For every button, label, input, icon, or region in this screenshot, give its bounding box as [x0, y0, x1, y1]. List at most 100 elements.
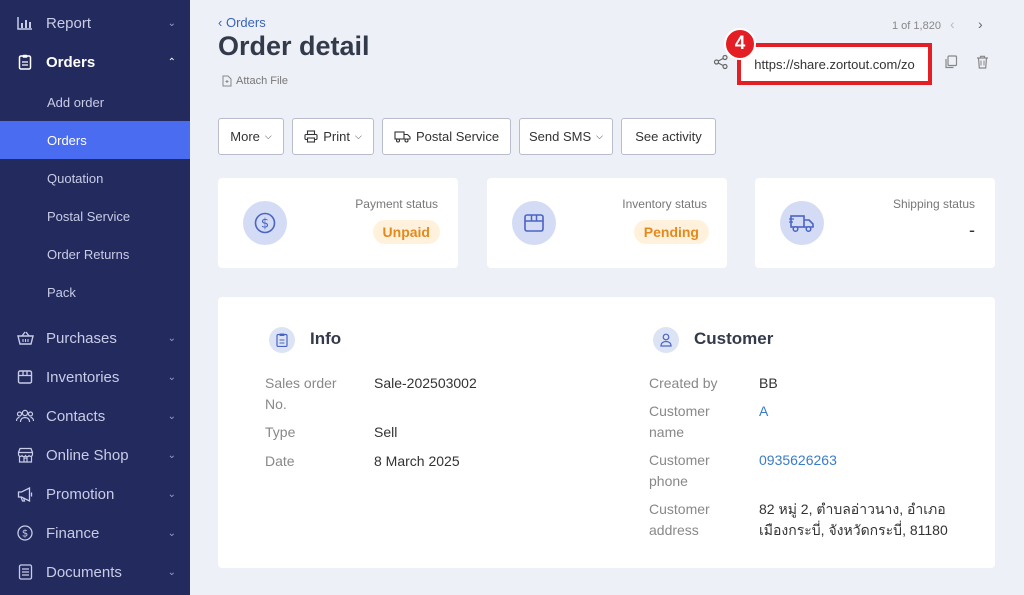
copy-icon[interactable] — [944, 55, 958, 69]
nav-online-shop[interactable]: Online Shop ⌄ — [0, 436, 190, 474]
chevron-right-icon[interactable]: › — [978, 16, 983, 32]
customer-phone-label: Customer phone — [649, 452, 710, 489]
customer-phone-link[interactable]: 0935626263 — [759, 450, 837, 471]
dollar-circle-icon: $ — [243, 201, 287, 245]
chevron-down-icon: ⌄ — [167, 410, 176, 422]
postal-service-button-label: Postal Service — [415, 129, 500, 144]
breadcrumb-link[interactable]: Orders — [226, 15, 266, 30]
sidebar-item-label: Pack — [47, 284, 76, 300]
date-value: 8 March 2025 — [374, 453, 460, 469]
nav-documents-label: Documents — [46, 563, 122, 581]
bar-chart-icon — [16, 14, 34, 32]
nav-contacts-label: Contacts — [46, 407, 106, 425]
chevron-left-icon[interactable]: ‹ — [950, 16, 955, 32]
see-activity-button-label: See activity — [635, 129, 702, 144]
shipping-status-value: - — [969, 220, 975, 240]
share-icon[interactable] — [713, 54, 729, 70]
nav-finance[interactable]: $ Finance ⌄ — [0, 514, 190, 552]
nav-promotion[interactable]: Promotion ⌄ — [0, 475, 190, 513]
chevron-down-icon: ⌄ — [167, 371, 176, 383]
box-icon — [512, 201, 556, 245]
chevron-down-icon: ⌄ — [167, 17, 176, 29]
shop-icon — [16, 446, 34, 464]
pager-count: 1 of 1,820 — [892, 20, 941, 32]
printer-icon — [304, 130, 318, 143]
clipboard-icon — [269, 327, 295, 353]
sidebar-item-label: Order Returns — [47, 246, 130, 262]
sidebar-item-label: Add order — [47, 94, 105, 110]
share-url-field[interactable]: https://share.zortout.com/zo — [737, 43, 932, 85]
more-button-label: More — [230, 129, 260, 144]
type-label: Type — [265, 424, 296, 440]
truck-icon — [394, 131, 411, 143]
clipboard-icon — [16, 53, 34, 71]
sales-order-label: Sales order No. — [265, 375, 337, 412]
user-icon — [653, 327, 679, 353]
customer-address-label: Customer address — [649, 501, 710, 538]
breadcrumb[interactable]: ‹ Orders — [218, 15, 266, 30]
nav-online-shop-label: Online Shop — [46, 446, 129, 464]
document-icon — [16, 563, 34, 581]
payment-status-label: Payment status — [355, 197, 438, 211]
shipping-status-card: Shipping status - — [755, 178, 995, 268]
nav-purchases[interactable]: Purchases ⌄ — [0, 319, 190, 357]
file-icon — [222, 75, 232, 87]
sidebar: Report ⌄ Orders ⌃ Add order Orders Quota… — [0, 0, 190, 595]
chevron-down-icon: ⌄ — [167, 566, 176, 578]
customer-section-title: Customer — [694, 329, 774, 348]
chevron-down-icon: ⌵ — [354, 131, 362, 141]
sidebar-item-label: Quotation — [47, 170, 104, 186]
date-label: Date — [265, 453, 295, 469]
sidebar-item-add-order[interactable]: Add order — [0, 83, 190, 121]
send-sms-button[interactable]: Send SMS ⌵ — [519, 118, 613, 155]
info-section-title: Info — [310, 329, 342, 348]
share-url-text: https://share.zortout.com/zo — [754, 56, 915, 72]
shipping-status-label: Shipping status — [892, 197, 975, 211]
postal-service-button[interactable]: Postal Service — [382, 118, 511, 155]
box-icon — [16, 368, 34, 386]
sidebar-item-quotation[interactable]: Quotation — [0, 159, 190, 197]
nav-documents[interactable]: Documents ⌄ — [0, 553, 190, 591]
svg-text:$: $ — [22, 529, 28, 540]
created-by-value: BB — [759, 375, 778, 391]
chevron-left-icon: ‹ — [218, 15, 223, 30]
trash-icon[interactable] — [976, 55, 989, 69]
dollar-circle-icon: $ — [16, 524, 34, 542]
send-sms-button-label: Send SMS — [529, 129, 592, 144]
sales-order-value: Sale-202503002 — [374, 375, 477, 391]
customer-address-line2: เมืองกระบี่, จังหวัดกระบี่, 81180 — [759, 522, 948, 538]
nav-inventories[interactable]: Inventories ⌄ — [0, 358, 190, 396]
chevron-down-icon: ⌄ — [167, 332, 176, 344]
nav-orders-label: Orders — [46, 53, 96, 71]
page-title: Order detail — [218, 31, 370, 61]
sidebar-item-order-returns[interactable]: Order Returns — [0, 235, 190, 273]
customer-name-label: Customer name — [649, 403, 710, 440]
order-info-panel: Info Sales order No. Sale-202503002 Type… — [218, 297, 995, 568]
chevron-down-icon: ⌄ — [167, 449, 176, 461]
attach-file-label: Attach File — [236, 75, 288, 87]
customer-name-link[interactable]: A — [759, 401, 768, 422]
nav-promotion-label: Promotion — [46, 485, 115, 503]
inventory-status-card: Inventory status Pending — [487, 178, 727, 268]
users-icon — [16, 407, 34, 425]
nav-contacts[interactable]: Contacts ⌄ — [0, 397, 190, 435]
nav-finance-label: Finance — [46, 524, 100, 542]
inventory-status-label: Inventory status — [622, 197, 707, 211]
sidebar-item-label: Orders — [47, 132, 87, 148]
nav-inventories-label: Inventories — [46, 368, 120, 386]
sidebar-item-pack[interactable]: Pack — [0, 273, 190, 311]
chevron-down-icon: ⌄ — [167, 488, 176, 500]
basket-icon — [16, 329, 34, 347]
created-by-label: Created by — [649, 375, 718, 391]
nav-orders[interactable]: Orders ⌃ — [0, 43, 190, 81]
sidebar-item-orders[interactable]: Orders — [0, 121, 190, 159]
print-button[interactable]: Print ⌵ — [292, 118, 374, 155]
nav-report[interactable]: Report ⌄ — [0, 4, 190, 42]
chevron-up-icon: ⌃ — [167, 56, 176, 68]
truck-icon — [780, 201, 824, 245]
see-activity-button[interactable]: See activity — [621, 118, 716, 155]
attach-file-button[interactable]: Attach File — [222, 75, 288, 87]
more-button[interactable]: More ⌵ — [218, 118, 284, 155]
step-number-badge: 4 — [724, 28, 756, 60]
sidebar-item-postal-service[interactable]: Postal Service — [0, 197, 190, 235]
